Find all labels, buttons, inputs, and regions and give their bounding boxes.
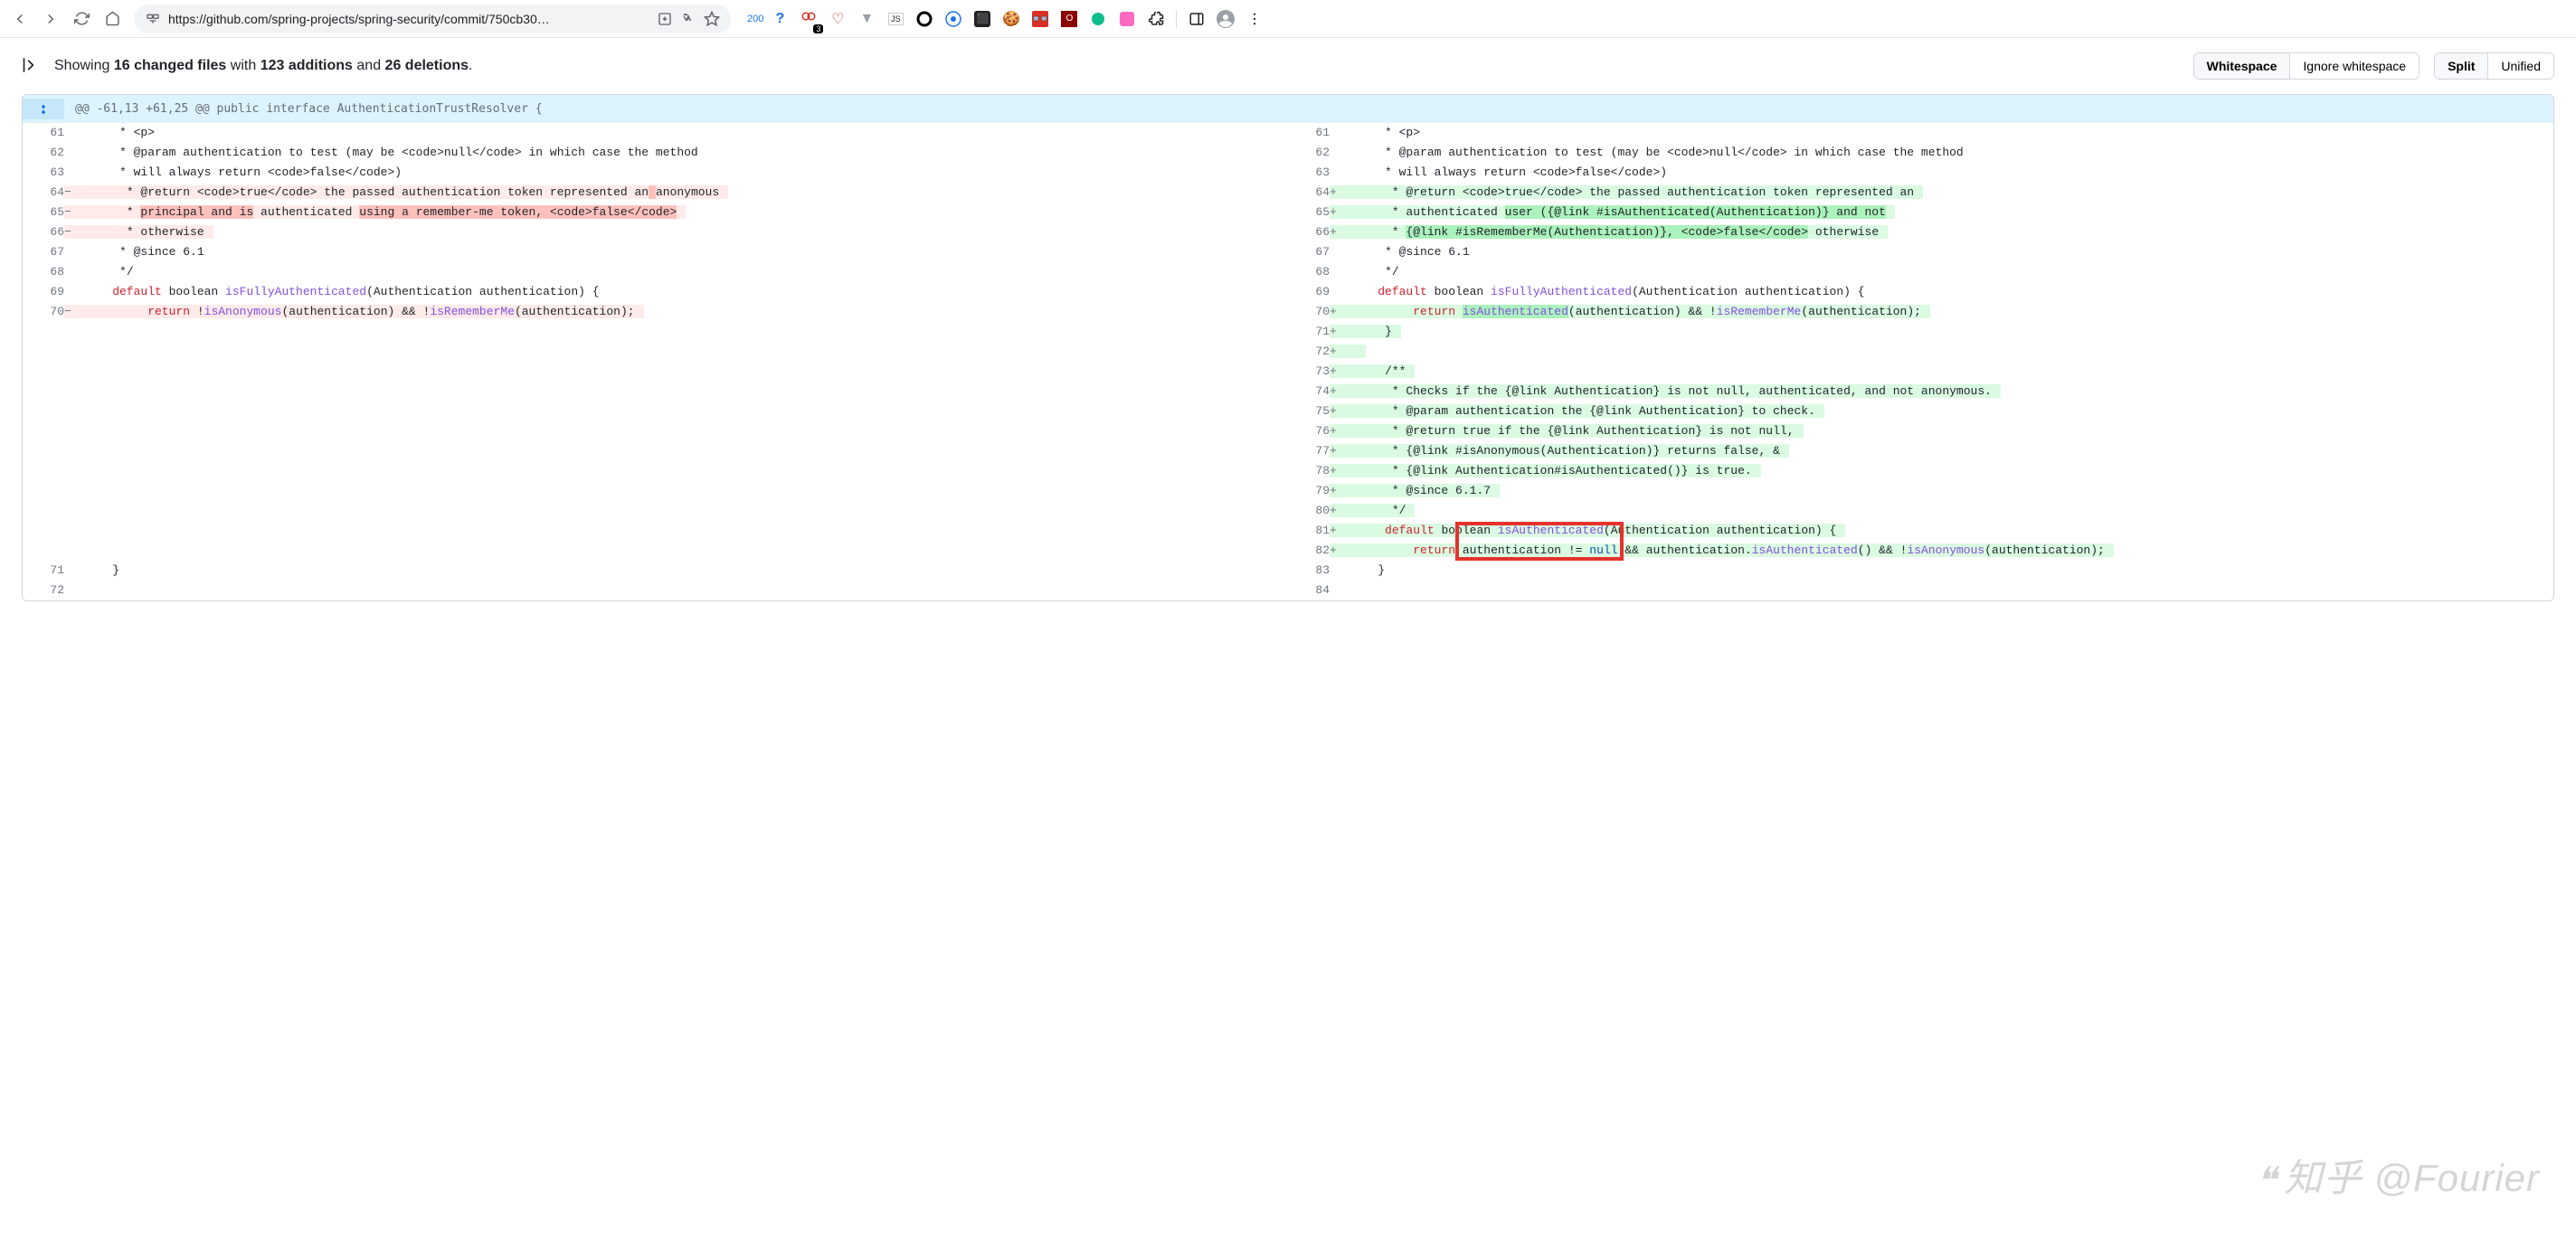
extension-icon[interactable]: JS	[883, 6, 908, 32]
home-button[interactable]	[99, 6, 125, 32]
site-settings-icon[interactable]	[145, 11, 161, 27]
diff-row: 65− * principal and is authenticated usi…	[23, 203, 2553, 222]
ignore-whitespace-button[interactable]: Ignore whitespace	[2289, 53, 2419, 79]
extension-icon[interactable]	[941, 6, 966, 32]
separator	[1176, 10, 1177, 28]
extension-icon[interactable]: O	[1056, 6, 1082, 32]
diff-row: 81+ default boolean isAuthenticated(Auth…	[23, 521, 2553, 541]
forward-button[interactable]	[38, 6, 63, 32]
profile-avatar[interactable]	[1213, 6, 1238, 32]
view-toggle: Split Unified	[2434, 52, 2554, 80]
diff-row: 62 * @param authentication to test (may …	[23, 143, 2553, 163]
extensions-area: 200 ? 3 ♡ ▼ JS ⬛ 🍪 👓 O	[747, 6, 1267, 32]
diff-row: 7284	[23, 581, 2553, 600]
diff-row: 75+ * @param authentication the {@link A…	[23, 402, 2553, 421]
extension-icon[interactable]	[1085, 6, 1111, 32]
extension-icon[interactable]	[1114, 6, 1140, 32]
diff-row: 76+ * @return true if the {@link Authent…	[23, 421, 2553, 441]
diff-row: 72+	[23, 342, 2553, 362]
extension-icon[interactable]	[912, 6, 937, 32]
diff-summary: Showing 16 changed files with 123 additi…	[54, 58, 472, 74]
extension-icon[interactable]: 3	[796, 6, 821, 32]
diff-row: 68 */68 */	[23, 262, 2553, 282]
bookmark-star-icon[interactable]	[704, 11, 720, 27]
extension-icon[interactable]: ▼	[854, 6, 879, 32]
watermark: ❝知乎 @Fourier	[2256, 1148, 2540, 1203]
diff-row: 67 * @since 6.167 * @since 6.1	[23, 242, 2553, 262]
diff-row: 66− * otherwise 66+ * {@link #isRemember…	[23, 222, 2553, 242]
highlight-annotation: authentication != null	[1463, 543, 1618, 557]
diff-row: 64− * @return <code>true</code> the pass…	[23, 183, 2553, 203]
diff-row: 78+ * {@link Authentication#isAuthentica…	[23, 461, 2553, 481]
diff-row: 70− return !isAnonymous(authentication) …	[23, 302, 2553, 322]
extension-icon[interactable]: ♡	[825, 6, 850, 32]
diff-container: @@ -61,13 +61,25 @@ public interface Aut…	[22, 94, 2554, 601]
browser-toolbar: https://github.com/spring-projects/sprin…	[0, 0, 2576, 38]
diff-row: 63 * will always return <code>false</cod…	[23, 163, 2553, 183]
diff-row: 71 }83 }	[23, 561, 2553, 581]
reload-button[interactable]	[69, 6, 94, 32]
diff-row: 61 * <p>61 * <p>	[23, 123, 2553, 143]
diff-row: 69 default boolean isFullyAuthenticated(…	[23, 282, 2553, 302]
translate-icon[interactable]	[680, 11, 696, 27]
back-button[interactable]	[7, 6, 33, 32]
extension-icon[interactable]: ⬛	[970, 6, 995, 32]
side-panel-icon[interactable]	[1184, 6, 1209, 32]
diff-row: 73+ /**	[23, 362, 2553, 382]
diff-table: 61 * <p>61 * <p> 62 * @param authenticat…	[23, 123, 2553, 600]
extension-icon[interactable]: 👓	[1028, 6, 1053, 32]
hunk-header: @@ -61,13 +61,25 @@ public interface Aut…	[23, 95, 2553, 123]
url-text: https://github.com/spring-projects/sprin…	[168, 12, 649, 26]
diff-row: 82+ return authentication != null && aut…	[23, 541, 2553, 561]
install-icon[interactable]	[657, 11, 673, 27]
split-view-button[interactable]: Split	[2435, 53, 2487, 79]
diff-row: 74+ * Checks if the {@link Authenticatio…	[23, 382, 2553, 402]
extension-icon[interactable]: 🍪	[999, 6, 1024, 32]
diff-toolbar: Showing 16 changed files with 123 additi…	[0, 38, 2576, 94]
menu-dots-icon[interactable]	[1242, 6, 1267, 32]
help-icon[interactable]: ?	[767, 6, 792, 32]
extensions-puzzle-icon[interactable]	[1143, 6, 1169, 32]
whitespace-toggle: Whitespace Ignore whitespace	[2193, 52, 2420, 80]
diff-row: 80+ */	[23, 501, 2553, 521]
status-badge: 200	[747, 14, 763, 24]
diff-row: 77+ * {@link #isAnonymous(Authentication…	[23, 441, 2553, 461]
unified-view-button[interactable]: Unified	[2487, 53, 2553, 79]
address-bar[interactable]: https://github.com/spring-projects/sprin…	[134, 5, 731, 33]
expand-hunk-icon[interactable]	[23, 99, 64, 119]
diff-row: 79+ * @since 6.1.7	[23, 481, 2553, 501]
whitespace-button[interactable]: Whitespace	[2194, 53, 2290, 79]
diff-row: 71+ }	[23, 322, 2553, 342]
expand-files-icon[interactable]	[22, 57, 40, 75]
hunk-text: @@ -61,13 +61,25 @@ public interface Aut…	[64, 99, 2553, 119]
